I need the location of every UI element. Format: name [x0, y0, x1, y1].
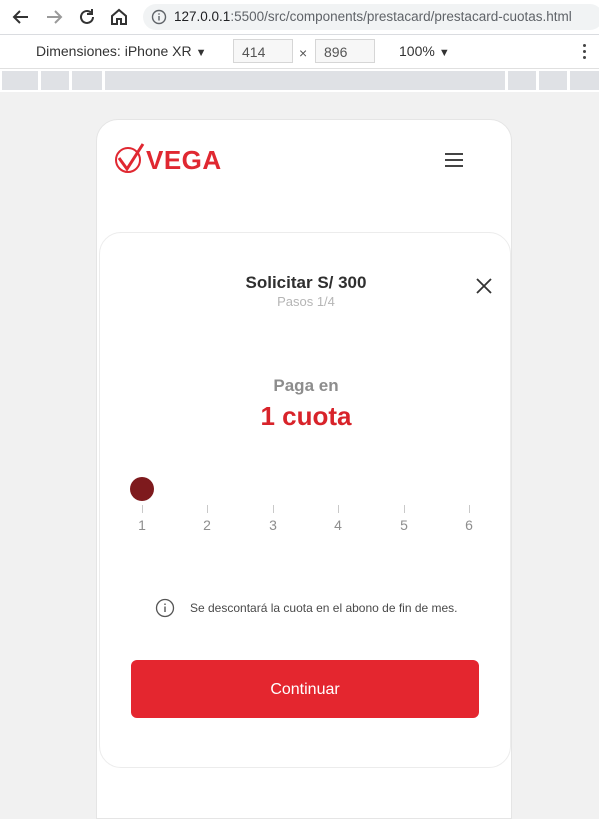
address-bar[interactable]: 127.0.0.1:5500/src/components/prestacard…: [143, 4, 599, 30]
dropdown-caret-icon: ▼: [438, 47, 450, 59]
continue-button[interactable]: Continuar: [131, 660, 479, 718]
tick-label: 1: [138, 517, 146, 533]
device-toolbar: Dimensiones: iPhone XR ▼ 414 × 896 100% ▼: [0, 35, 599, 69]
checkmark-logo-icon: [115, 143, 145, 173]
tick-label: 4: [334, 517, 342, 533]
dropdown-caret-icon: ▼: [195, 47, 207, 59]
slider-tick[interactable]: 3: [263, 505, 283, 533]
forward-arrow-icon[interactable]: [43, 6, 65, 28]
url-host: 127.0.0.1: [174, 9, 231, 24]
tick-label: 5: [400, 517, 408, 533]
hamburger-menu-icon[interactable]: [445, 153, 463, 167]
info-icon: [155, 598, 175, 618]
logo-text: VEGA: [146, 145, 222, 175]
ruler-segment[interactable]: [41, 71, 69, 90]
ruler-segment[interactable]: [105, 71, 505, 90]
slider-tick[interactable]: 5: [394, 505, 414, 533]
slider-tick[interactable]: 4: [328, 505, 348, 533]
slider-tick[interactable]: 2: [197, 505, 217, 533]
ruler-segment[interactable]: [508, 71, 536, 90]
vega-logo[interactable]: VEGA: [113, 142, 233, 176]
url-text: 127.0.0.1:5500/src/components/prestacard…: [174, 9, 572, 25]
installments-value: 1 cuota: [260, 401, 352, 431]
browser-toolbar: 127.0.0.1:5500/src/components/prestacard…: [0, 0, 599, 35]
back-arrow-icon[interactable]: [10, 6, 32, 28]
device-viewport: VEGA Solicitar S/ 300 Pasos 1/4 Paga en …: [96, 119, 512, 819]
device-select[interactable]: Dimensiones: iPhone XR ▼: [36, 43, 207, 59]
more-options-icon[interactable]: [583, 44, 587, 60]
ruler-segment[interactable]: [570, 71, 599, 90]
slider-tick[interactable]: 6: [459, 505, 479, 533]
ruler-segment[interactable]: [72, 71, 102, 90]
tick-label: 3: [269, 517, 277, 533]
device-select-label: Dimensiones: iPhone XR: [36, 43, 192, 59]
site-info-icon[interactable]: [151, 9, 167, 30]
tick-label: 6: [465, 517, 473, 533]
width-input[interactable]: 414: [233, 39, 293, 63]
step-indicator: Pasos 1/4: [277, 294, 335, 309]
installments-card: Solicitar S/ 300 Pasos 1/4 Paga en 1 cuo…: [99, 232, 511, 768]
card-title: Solicitar S/ 300: [245, 273, 367, 292]
close-icon[interactable]: [474, 276, 494, 296]
height-input[interactable]: 896: [315, 39, 375, 63]
pay-label: Paga en: [273, 376, 339, 395]
slider-thumb[interactable]: [130, 477, 154, 501]
reload-icon[interactable]: [76, 6, 98, 28]
dimension-separator: ×: [299, 45, 308, 61]
ruler-segment[interactable]: [539, 71, 567, 90]
home-icon[interactable]: [108, 6, 130, 28]
media-query-ruler: [0, 69, 599, 92]
zoom-select[interactable]: 100% ▼: [399, 43, 450, 59]
tick-label: 2: [203, 517, 211, 533]
info-text: Se descontará la cuota en el abono de fi…: [190, 601, 458, 615]
installments-slider[interactable]: 1 2 3 4 5 6: [130, 475, 473, 535]
zoom-label: 100%: [399, 43, 435, 59]
slider-tick[interactable]: 1: [132, 505, 152, 533]
ruler-segment[interactable]: [2, 71, 38, 90]
url-path: :5500/src/components/prestacard/prestaca…: [230, 9, 572, 24]
